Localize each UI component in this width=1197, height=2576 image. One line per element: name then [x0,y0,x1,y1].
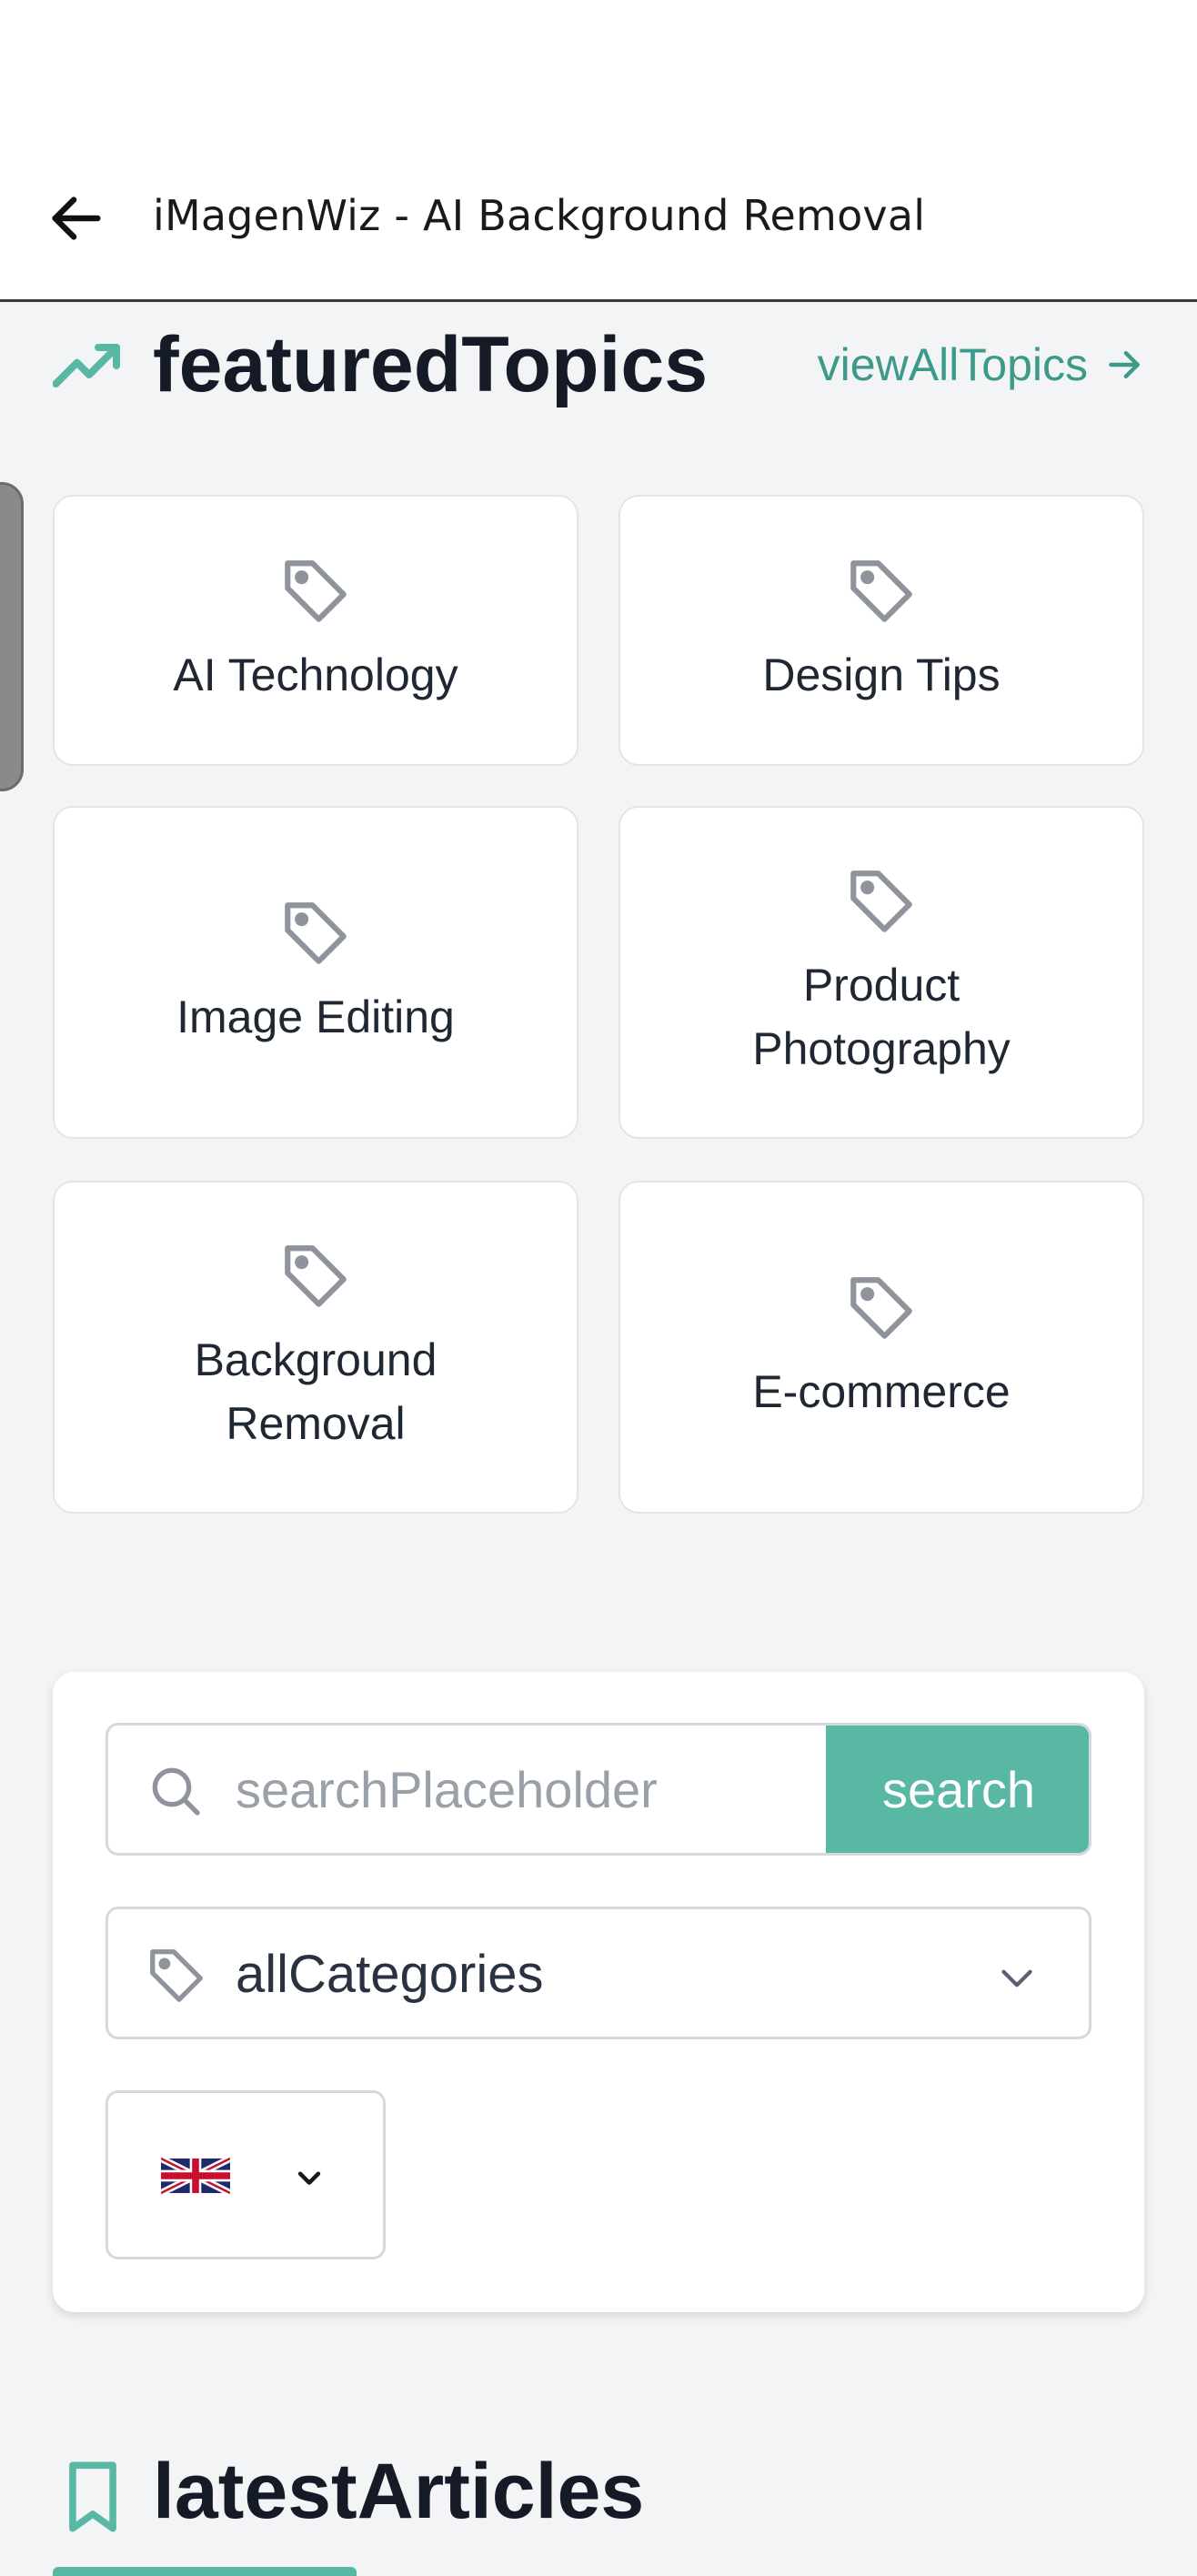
topic-label: AI Technology [173,649,458,700]
uk-flag-icon [161,2155,230,2197]
arrow-left-icon [52,196,101,240]
app-bar: iMagenWiz - AI Background Removal [0,146,1197,302]
topic-label: E-commerce [752,1366,1011,1417]
side-drawer-handle[interactable] [0,482,24,791]
topic-label: Image Editing [176,991,455,1042]
tag-icon [285,1245,347,1307]
topic-card-ai-technology[interactable]: AI Technology [53,495,578,766]
latest-articles-header: latestArticles [53,2447,1144,2556]
chevron-down-icon [1001,1969,1032,1987]
search-box: search [106,1723,1091,1856]
tag-icon [285,560,347,622]
arrow-right-icon [1109,350,1140,379]
tag-icon [150,1949,203,2002]
topic-card-e-commerce[interactable]: E-commerce [619,1181,1144,1514]
status-bar-area [0,0,1197,146]
chevron-down-icon [297,2171,321,2185]
search-input[interactable] [236,1726,818,1853]
page-title: iMagenWiz - AI Background Removal [153,191,926,240]
category-dropdown[interactable]: allCategories [106,1907,1091,2039]
language-selector[interactable] [106,2090,386,2259]
bookmark-icon [69,2461,116,2532]
category-selected-value: allCategories [236,1945,544,2004]
view-all-topics-link[interactable]: viewAllTopics [818,338,1144,391]
tag-icon [850,870,912,932]
topic-label: Background Removal [194,1334,438,1449]
latest-articles-title: latestArticles [153,2448,645,2535]
tag-icon [850,560,912,622]
trending-up-icon [53,344,120,387]
active-tab-indicator [53,2567,357,2576]
topic-card-design-tips[interactable]: Design Tips [619,495,1144,766]
topic-label: Design Tips [762,649,1001,700]
topic-card-background-removal[interactable]: Background Removal [53,1181,578,1514]
search-button[interactable]: search [826,1726,1089,1853]
search-filter-panel: search allCategories [53,1672,1144,2312]
featured-topics-header: featuredTopics viewAllTopics [53,318,1144,409]
back-button[interactable] [40,182,113,255]
topic-card-product-photography[interactable]: Product Photography [619,806,1144,1139]
search-icon [152,1767,200,1816]
topic-label: Product Photography [752,960,1011,1074]
tag-icon [285,902,347,964]
featured-topics-title: featuredTopics [153,321,709,408]
view-all-topics-label: viewAllTopics [817,339,1088,390]
tag-icon [850,1277,912,1339]
topic-card-image-editing[interactable]: Image Editing [53,806,578,1139]
